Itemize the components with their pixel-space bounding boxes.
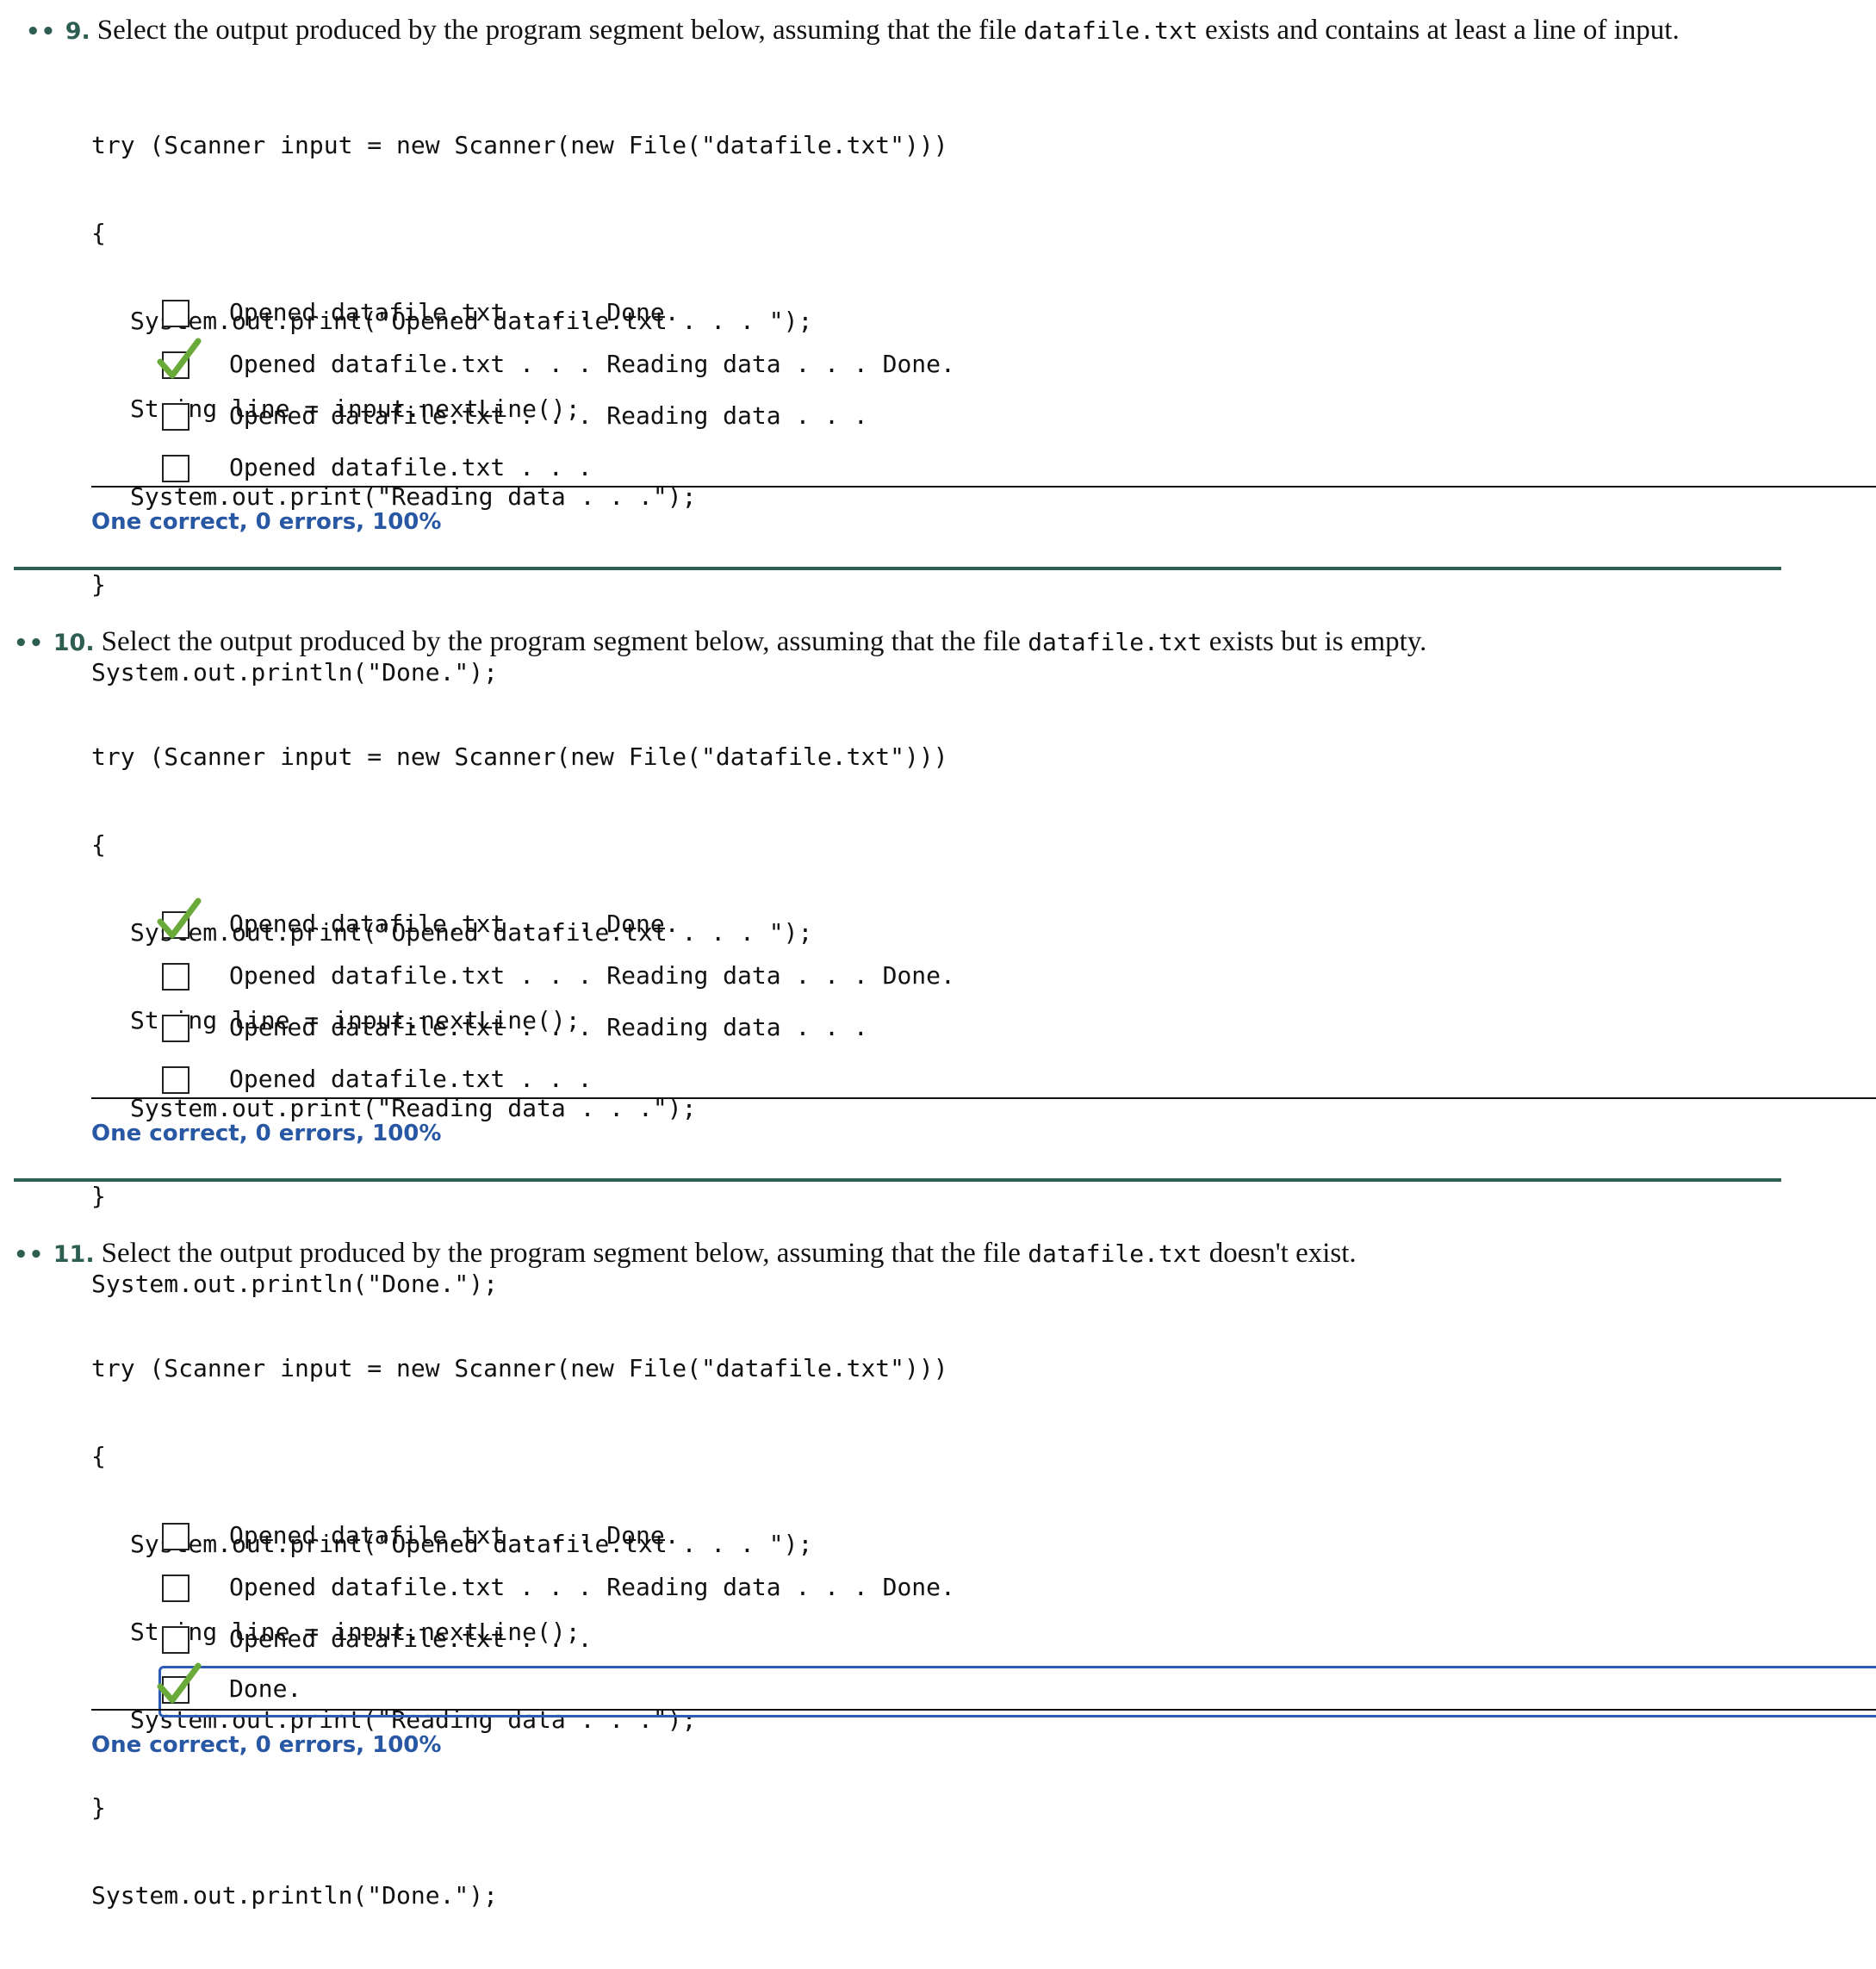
filename-code: datafile.txt [1028, 628, 1202, 656]
question-header: •• 9. Select the output produced by the p… [26, 12, 1680, 49]
section-divider [14, 567, 1781, 570]
checkbox-checked[interactable] [157, 1662, 202, 1704]
code-line: { [91, 219, 106, 247]
question-text: Select the output produced by the progra… [101, 1238, 1357, 1269]
question-number: 10. [53, 630, 95, 656]
answer-divider [91, 486, 1876, 488]
answer-divider [91, 1097, 1876, 1099]
checkbox[interactable] [162, 455, 189, 482]
code-line: try (Scanner input = new Scanner(new Fil… [91, 1354, 948, 1382]
score-feedback: One correct, 0 errors, 100% [91, 509, 442, 535]
question-text: Select the output produced by the progra… [101, 626, 1427, 657]
checkbox-checked[interactable] [157, 338, 202, 379]
option-label: Opened datafile.txt . . . Reading data .… [229, 401, 868, 430]
checkmark-icon [157, 1662, 202, 1704]
question-header: •• 10. Select the output produced by the … [14, 624, 1426, 661]
answer-option[interactable]: Opened datafile.txt . . . Reading data .… [0, 953, 1876, 1004]
checkbox[interactable] [162, 1015, 189, 1042]
checkbox[interactable] [162, 1523, 189, 1550]
code-line: { [91, 1442, 106, 1470]
score-feedback: One correct, 0 errors, 100% [91, 1121, 442, 1146]
code-line: } [91, 1793, 106, 1822]
answer-divider [91, 1709, 1876, 1711]
answer-option[interactable]: Opened datafile.txt . . . Done. [0, 1512, 1876, 1564]
code-line: } [91, 570, 106, 599]
difficulty-dots: •• [14, 630, 45, 656]
code-line: { [91, 830, 106, 859]
checkbox[interactable] [162, 1626, 189, 1654]
answer-option[interactable]: Opened datafile.txt . . . Reading data .… [0, 1564, 1876, 1616]
option-label: Opened datafile.txt . . . [229, 453, 593, 481]
difficulty-dots: •• [26, 19, 57, 45]
answer-option[interactable]: Opened datafile.txt . . . [0, 444, 1876, 496]
question-text: Select the output produced by the progra… [96, 15, 1680, 46]
code-line: } [91, 1182, 106, 1210]
code-line: try (Scanner input = new Scanner(new Fil… [91, 131, 948, 159]
checkbox[interactable] [162, 1575, 189, 1602]
section-divider [14, 1178, 1781, 1182]
code-line: System.out.println("Done."); [91, 1881, 499, 1910]
answer-option[interactable]: Opened datafile.txt . . . Done. [0, 898, 1876, 953]
question-number: 11. [53, 1241, 95, 1268]
filename-code: datafile.txt [1028, 1239, 1202, 1268]
answer-option[interactable]: Opened datafile.txt . . . Done. [0, 289, 1876, 341]
answer-option[interactable]: Opened datafile.txt . . . Reading data .… [0, 1004, 1876, 1056]
checkbox[interactable] [162, 403, 189, 431]
option-label: Opened datafile.txt . . . [229, 1065, 593, 1093]
question-number: 9. [65, 18, 90, 45]
score-feedback: One correct, 0 errors, 100% [91, 1732, 442, 1758]
option-label: Done. [229, 1674, 302, 1703]
difficulty-dots: •• [14, 1242, 45, 1268]
answer-option[interactable]: Opened datafile.txt . . . Reading data .… [0, 393, 1876, 444]
filename-code: datafile.txt [1023, 16, 1198, 45]
option-label: Opened datafile.txt . . . Done. [229, 910, 680, 938]
option-label: Opened datafile.txt . . . Reading data .… [229, 350, 955, 378]
answer-option[interactable]: Opened datafile.txt . . . [0, 1616, 1876, 1668]
checkbox[interactable] [162, 963, 189, 991]
checkbox[interactable] [162, 1066, 189, 1094]
option-label: Opened datafile.txt . . . Reading data .… [229, 961, 955, 990]
code-line: System.out.println("Done."); [91, 1270, 499, 1298]
option-label: Opened datafile.txt . . . Done. [229, 298, 680, 326]
code-line: try (Scanner input = new Scanner(new Fil… [91, 742, 948, 771]
checkmark-icon [157, 898, 202, 939]
answer-option[interactable]: Opened datafile.txt . . . [0, 1056, 1876, 1108]
question-header: •• 11. Select the output produced by the … [14, 1235, 1357, 1272]
option-label: Opened datafile.txt . . . [229, 1624, 593, 1653]
checkmark-icon [157, 338, 202, 379]
answer-option[interactable]: Opened datafile.txt . . . Reading data .… [0, 338, 1876, 393]
checkbox-checked[interactable] [157, 898, 202, 939]
option-label: Opened datafile.txt . . . Reading data .… [229, 1573, 955, 1601]
option-label: Opened datafile.txt . . . Reading data .… [229, 1013, 868, 1041]
code-line: System.out.println("Done."); [91, 658, 499, 686]
checkbox[interactable] [162, 300, 189, 327]
option-label: Opened datafile.txt . . . Done. [229, 1521, 680, 1550]
